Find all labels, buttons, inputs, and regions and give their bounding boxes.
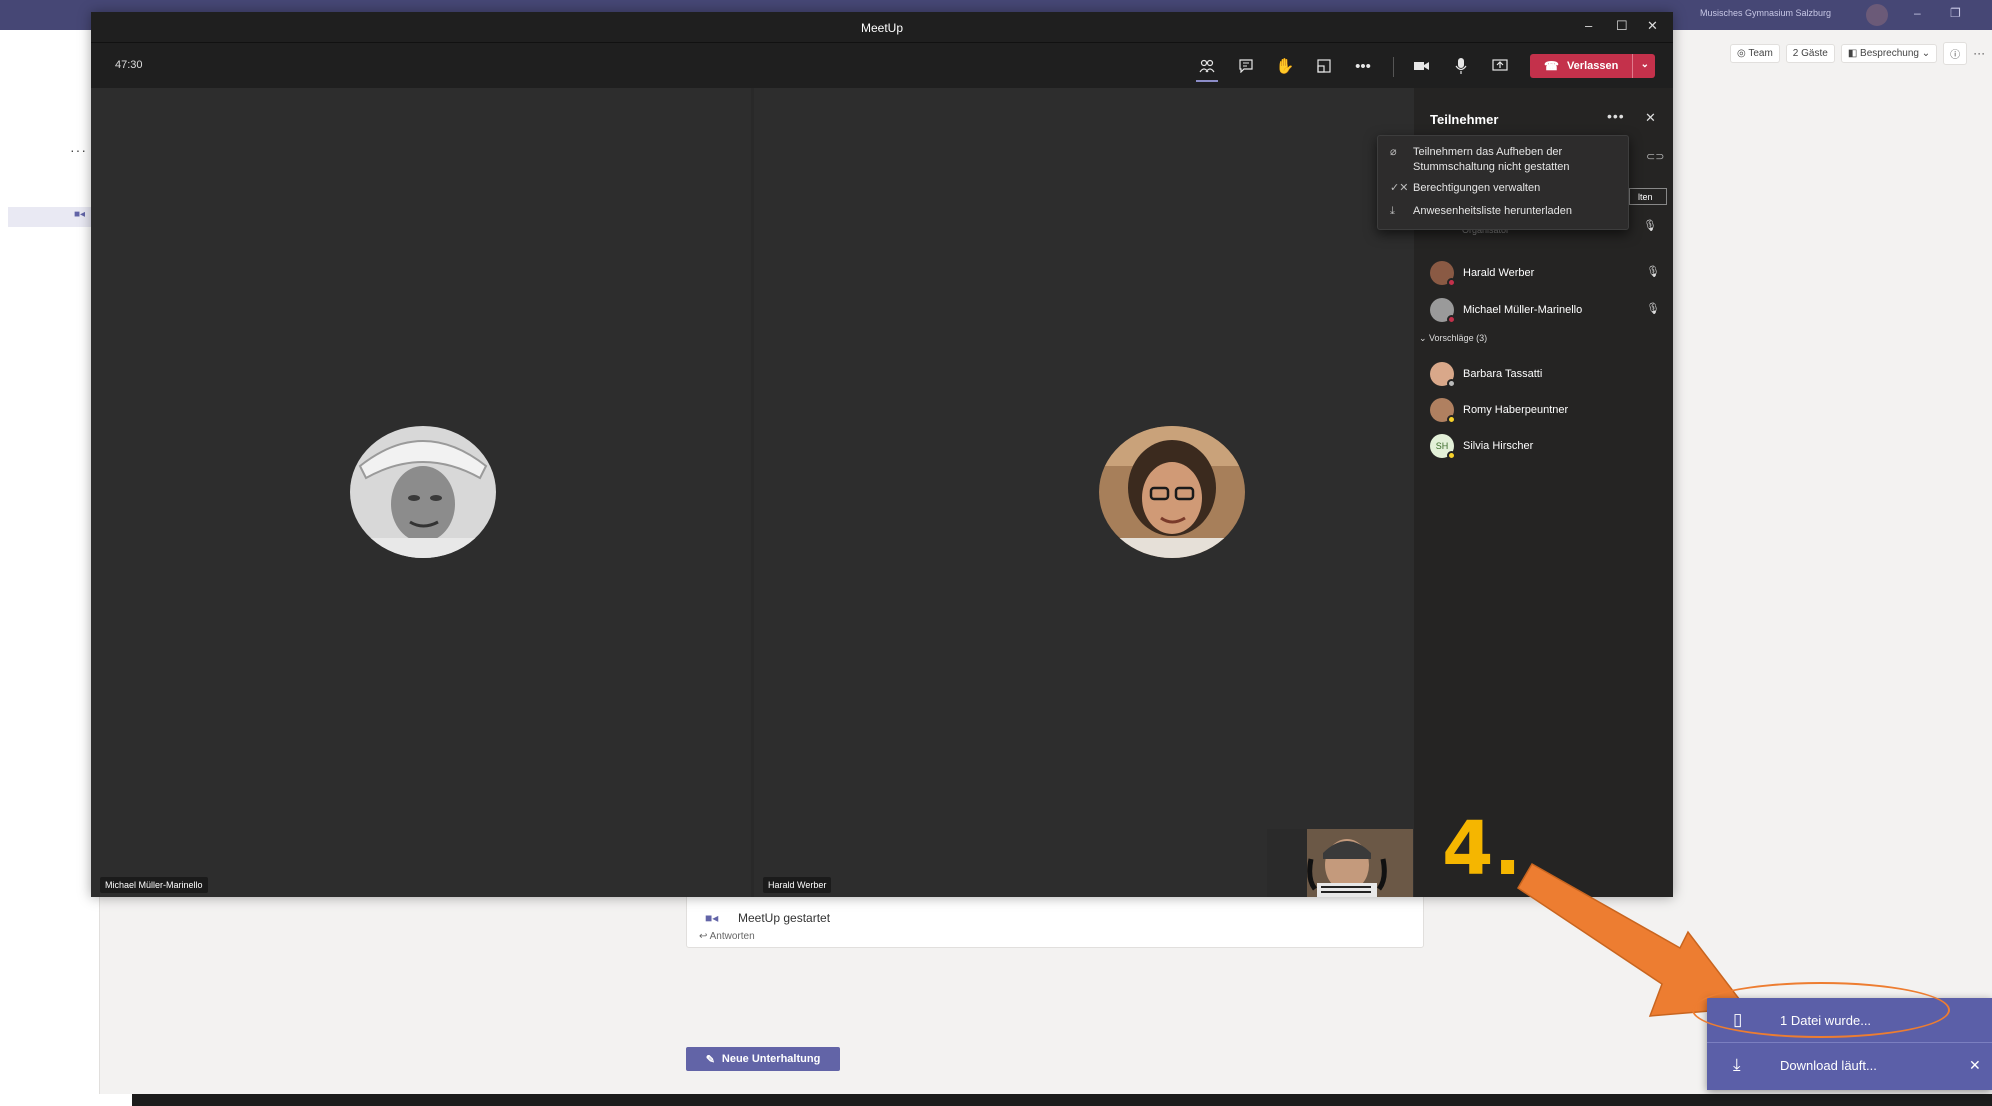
suggestion-row[interactable]: Romy Haberpeuntner [1430,396,1660,424]
leave-button[interactable]: ☎ Verlassen ⌄ [1530,54,1655,78]
menu-item-label: Berechtigungen verwalten [1413,182,1541,194]
meeting-toolbar: 47:30 ✋ ••• ☎ Verlassen ⌄ [91,42,1673,88]
avatar: SH [1430,434,1456,460]
leave-label: Verlassen [1566,60,1619,72]
chat-icon[interactable] [1233,53,1259,79]
window-title: MeetUp [860,21,904,35]
team-button[interactable]: ◎ Team [1730,43,1780,63]
participants-icon[interactable] [1194,53,1220,82]
download-progress-row[interactable]: ⤓ Download läuft... ✕ [1707,1043,1992,1087]
highlight-ellipse-annotation [1692,982,1950,1038]
meeting-title-bar: MeetUp – ☐ ✕ [91,12,1673,42]
close-icon[interactable]: ✕ [1645,110,1656,126]
participant-name-tag: Michael Müller-Marinello [100,877,208,893]
reply-label: Antworten [709,931,755,942]
reply-link[interactable]: ↩ Antworten [699,931,755,942]
panel-title: Teilnehmer [1430,112,1499,127]
avatar [1430,298,1456,324]
microphone-icon[interactable] [1448,53,1474,79]
link-icon[interactable]: ⊂⊃ [1646,150,1664,163]
video-camera-icon: ■◂ [705,911,719,925]
minimize-icon[interactable]: – [1585,18,1592,33]
participant-name-tag: Harald Werber [763,877,832,893]
leave-divider [1632,54,1633,78]
share-screen-icon[interactable] [1487,53,1513,79]
meeting-post: ■◂ MeetUp gestartet ↩ Antworten [686,892,1424,948]
participants-options-menu: ⌀ Teilnehmern das Aufheben der Stummscha… [1377,135,1629,230]
call-timer: 47:30 [115,59,143,71]
raise-hand-icon[interactable]: ✋ [1272,53,1298,79]
channel-list: ··· ■◂ [8,30,100,1100]
participant-name: Romy Haberpeuntner [1463,404,1569,416]
avatar-initials: SH [1435,441,1449,451]
guests-button[interactable]: 2 Gäste [1785,43,1835,63]
microphone-icon: 🎙 [1643,220,1657,232]
more-actions-icon[interactable]: ••• [1350,53,1376,79]
menu-item-download-attendance[interactable]: ⤓ Anwesenheitsliste herunterladen [1378,204,1630,222]
download-icon: ⤓ [1733,1055,1741,1074]
suggestions-header[interactable]: ⌄ Vorschläge (3) [1419,333,1487,344]
participant-name: Silvia Hirscher [1463,440,1534,452]
info-icon[interactable]: ⓘ [1943,41,1968,65]
suggestion-row[interactable]: SH Silvia Hirscher [1430,432,1660,460]
menu-item-label: Anwesenheitsliste herunterladen [1413,205,1572,217]
app-rail [0,30,8,1100]
self-video-preview[interactable] [1267,829,1413,897]
post-title: MeetUp gestartet [738,911,831,925]
panel-action-button[interactable]: lten [1629,188,1667,205]
avatar [1430,362,1456,388]
team-label: Team [1748,47,1773,59]
chevron-down-icon[interactable]: ⌄ [1641,59,1649,70]
suggestions-header-label: Vorschläge (3) [1429,333,1488,343]
minimize-icon[interactable]: – [1914,6,1921,20]
selected-channel[interactable]: ■◂ [8,207,100,227]
participant-row[interactable]: Michael Müller-Marinello 🎙 [1430,296,1660,324]
new-conversation-button[interactable]: ✎ Neue Unterhaltung [686,1047,840,1071]
avatar [1430,398,1456,424]
permissions-icon: ✓✕ [1390,182,1409,194]
menu-item-label: Teilnehmern das Aufheben der Stummschalt… [1413,146,1570,173]
org-name[interactable]: Musisches Gymnasium Salzburg [1700,8,1831,18]
microphone-icon: 🎙 [1646,266,1660,278]
breakout-rooms-icon[interactable] [1311,53,1337,79]
maximize-icon[interactable]: ☐ [1616,18,1628,34]
download-icon: ⤓ [1390,205,1395,217]
avatar [1430,261,1456,287]
participant-name: Michael Müller-Marinello [1463,304,1583,316]
video-icon: ■◂ [74,209,86,220]
menu-item-disallow-unmute[interactable]: ⌀ Teilnehmern das Aufheben der Stummscha… [1378,145,1630,177]
toolbar-divider [1393,57,1394,77]
microphone-icon: 🎙 [1646,303,1660,315]
participant-name: Harald Werber [1463,267,1535,279]
video-stage: Michael Müller-Marinello Harald Werber [91,88,1414,897]
download-progress-text: Download läuft... [1780,1057,1877,1073]
more-options-icon[interactable]: ··· [1973,46,1985,60]
participant-name: Barbara Tassatti [1463,368,1543,380]
channel-header-toolbar: ◎ Team 2 Gäste ◧ Besprechung ⌄ ⓘ ··· [1730,41,1985,65]
meeting-button[interactable]: ◧ Besprechung ⌄ [1840,43,1938,63]
menu-item-manage-permissions[interactable]: ✓✕ Berechtigungen verwalten [1378,181,1630,199]
maximize-icon[interactable]: ❐ [1950,6,1961,20]
os-taskbar [0,1094,1992,1106]
participant-avatar [350,426,496,558]
participant-row[interactable]: Harald Werber 🎙 [1430,259,1660,287]
close-icon[interactable]: ✕ [1647,18,1658,34]
new-conversation-label: Neue Unterhaltung [721,1053,821,1065]
hang-up-icon: ☎ [1544,59,1559,73]
meeting-label: Besprechung [1860,47,1919,59]
video-tile[interactable]: Harald Werber [754,88,1414,897]
close-icon[interactable]: ✕ [1969,1057,1981,1074]
more-options-icon[interactable]: ··· [70,142,87,158]
video-tile[interactable]: Michael Müller-Marinello [91,88,751,897]
user-avatar[interactable] [1866,4,1888,26]
camera-icon[interactable] [1409,53,1435,79]
mic-off-icon: ⌀ [1390,146,1397,158]
more-options-icon[interactable]: ••• [1607,108,1625,124]
compose-icon: ✎ [705,1053,715,1066]
participant-avatar [1099,426,1245,558]
suggestion-row[interactable]: Barbara Tassatti [1430,360,1660,388]
